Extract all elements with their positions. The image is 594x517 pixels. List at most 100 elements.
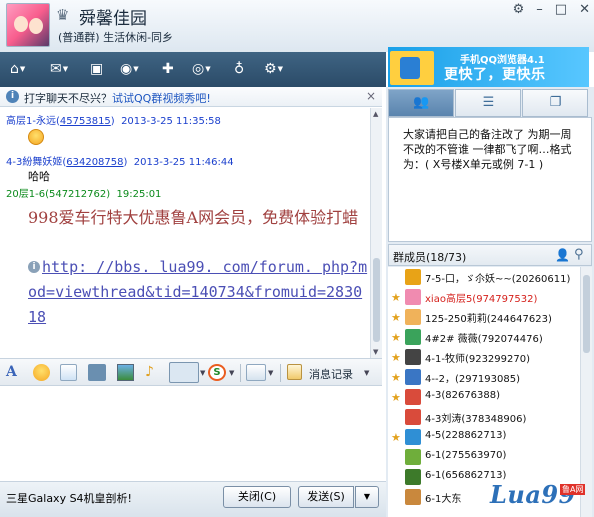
home-icon[interactable]: ⌂▼: [10, 58, 25, 80]
send-image-icon[interactable]: [117, 364, 134, 381]
member-avatar[interactable]: [405, 309, 421, 325]
video-icon[interactable]: ◎▼: [192, 58, 211, 80]
share-icon[interactable]: ✉▼: [50, 58, 68, 80]
sender-uid[interactable]: 634208758: [66, 157, 123, 168]
sender-uid[interactable]: 45753815: [60, 116, 111, 127]
chat-icon[interactable]: ◉▼: [120, 58, 139, 80]
divider: [280, 364, 281, 382]
magic-emoticon-icon[interactable]: [60, 364, 77, 381]
member-avatar[interactable]: [405, 409, 421, 425]
scroll-thumb[interactable]: [373, 258, 380, 342]
member-name: 4-5(228862713): [425, 430, 507, 441]
notice-icon[interactable]: ✚: [162, 58, 174, 80]
add-member-icon[interactable]: 👤: [555, 248, 570, 262]
member-row[interactable]: ★ xiao高层5(974797532): [388, 287, 578, 307]
divider: [240, 364, 241, 382]
maximize-button[interactable]: □: [555, 2, 567, 17]
tip-bar: i 打字聊天不尽兴？试试QQ群视频秀吧! ×: [0, 87, 382, 107]
info-icon: i: [6, 90, 19, 103]
tab-members[interactable]: ☰: [455, 89, 521, 117]
tab-files[interactable]: ❐: [522, 89, 588, 117]
watermark-tag: 鲁A网: [560, 484, 586, 495]
title-bar: ♛ 舜馨佳园 (普通群) 生活休闲-同乡 ⚙ – □ ✕: [0, 0, 594, 52]
chat-scrollbar[interactable]: ▲ ▼: [370, 108, 382, 358]
emoticon-icon[interactable]: [33, 364, 50, 381]
member-row[interactable]: 6-1(275563970): [388, 447, 578, 467]
history-icon[interactable]: [287, 364, 302, 380]
sender-name[interactable]: 4-3紛舞妖姬: [6, 157, 62, 168]
member-row[interactable]: ★ 125-250莉莉(244647623): [388, 307, 578, 327]
member-avatar[interactable]: [405, 289, 421, 305]
admin-star-icon: ★: [391, 291, 401, 304]
ad-banner[interactable]: 手机QQ浏览器4.1 更快了，更快乐: [388, 47, 589, 87]
member-row[interactable]: 4-3刘涛(378348906): [388, 407, 578, 427]
people-icon: 👥: [413, 95, 430, 110]
minimize-button[interactable]: –: [536, 2, 543, 17]
browser-logo-icon: [390, 51, 434, 85]
font-icon[interactable]: A: [6, 364, 17, 381]
close-button[interactable]: 关闭(C): [223, 486, 291, 508]
member-name: 4#2# 薇薇(792074476): [425, 334, 543, 345]
album-icon[interactable]: ▣: [90, 58, 103, 80]
send-button[interactable]: 发送(S): [298, 486, 354, 508]
message-link[interactable]: http: //bbs. lua99. com/forum. php?mod=v…: [28, 255, 368, 330]
member-avatar[interactable]: [405, 349, 421, 365]
scroll-up-icon[interactable]: ▲: [373, 110, 378, 118]
close-tip-icon[interactable]: ×: [366, 89, 376, 103]
member-row[interactable]: ★ 4--2，(297193085): [388, 367, 578, 387]
member-row[interactable]: ★ 4-1-牧师(923299270): [388, 347, 578, 367]
sender-name[interactable]: 20层1-6: [6, 189, 45, 200]
vote-icon[interactable]: [246, 364, 266, 381]
member-row[interactable]: 7-5-口，ゞ尒妖~~(20260611): [388, 267, 578, 287]
tab-info[interactable]: 👥: [388, 89, 454, 117]
sender-name[interactable]: 高层1-永远: [6, 116, 56, 127]
settings-icon[interactable]: ⚙: [513, 2, 525, 17]
chevron-down-icon[interactable]: ▼: [268, 369, 273, 377]
members-header: 群成员(18/73) 👤 ⚲: [388, 244, 592, 266]
send-options-button[interactable]: ▼: [355, 486, 379, 508]
admin-star-icon: ★: [391, 351, 401, 364]
chevron-down-icon[interactable]: ▼: [200, 369, 205, 377]
banner-slogan: 更快了，更快乐: [444, 67, 546, 83]
member-avatar[interactable]: [405, 449, 421, 465]
member-name: 4--2，(297193085): [425, 374, 521, 385]
member-avatar[interactable]: [405, 429, 421, 445]
game-icon[interactable]: ♁: [234, 58, 244, 80]
tip-link[interactable]: 试试QQ群视频秀吧!: [112, 92, 211, 105]
sender-uid[interactable]: 547212762: [49, 189, 106, 200]
message-input[interactable]: [0, 387, 382, 480]
close-window-button[interactable]: ✕: [579, 2, 590, 17]
member-avatar[interactable]: [405, 329, 421, 345]
member-avatar[interactable]: [405, 389, 421, 405]
admin-star-icon: ★: [391, 311, 401, 324]
group-avatar[interactable]: [6, 3, 50, 47]
gear-icon[interactable]: ⚙▼: [264, 58, 283, 80]
sogou-input-icon[interactable]: S: [208, 364, 226, 381]
member-row[interactable]: ★ 4-3(82676388): [388, 387, 578, 407]
chat-history[interactable]: 高层1-永远(45753815) 2013-3-25 11:35:58 4-3紛…: [0, 108, 370, 358]
tip-text: 打字聊天不尽兴？试试QQ群视频秀吧!: [24, 92, 211, 105]
window-controls: ⚙ – □ ✕: [513, 2, 590, 17]
member-avatar[interactable]: [405, 269, 421, 285]
chevron-down-icon[interactable]: ▼: [364, 369, 369, 377]
member-scrollbar[interactable]: [580, 267, 592, 517]
message-body: 998爱车行特大优惠鲁A网会员，免费体验打蜡: [28, 208, 359, 227]
member-avatar[interactable]: [405, 369, 421, 385]
member-avatar[interactable]: [405, 489, 421, 505]
message-history-button[interactable]: 消息记录: [309, 366, 353, 382]
screenshot-icon[interactable]: [169, 362, 199, 383]
group-name: 舜馨佳园: [79, 9, 147, 29]
scroll-thumb[interactable]: [583, 275, 590, 353]
admin-star-icon: ★: [391, 331, 401, 344]
admin-star-icon: ★: [391, 371, 401, 384]
member-row[interactable]: ★ 4-5(228862713): [388, 427, 578, 447]
scroll-down-icon[interactable]: ▼: [373, 348, 378, 356]
chevron-down-icon[interactable]: ▼: [229, 369, 234, 377]
member-avatar[interactable]: [405, 469, 421, 485]
member-name: 7-5-口，ゞ尒妖~~(20260611): [425, 274, 571, 285]
member-row[interactable]: ★ 4#2# 薇薇(792074476): [388, 327, 578, 347]
search-icon[interactable]: ⚲: [574, 247, 584, 262]
music-icon[interactable]: ♪: [145, 364, 154, 381]
shake-window-icon[interactable]: [88, 364, 106, 381]
bottom-ad-link[interactable]: 三星Galaxy S4机皇剖析!: [6, 490, 132, 506]
